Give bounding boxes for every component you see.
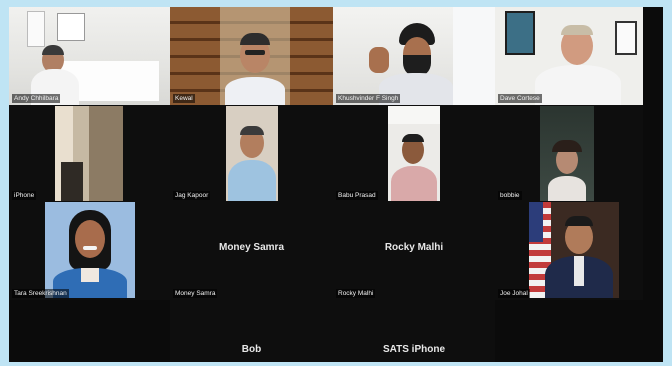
video-feed	[495, 7, 643, 105]
video-feed	[55, 106, 123, 201]
participant-name: Jag Kapoor	[173, 191, 211, 200]
participant-center-name: Rocky Malhi	[384, 242, 444, 253]
participant-name: Khushvinder F Singh	[336, 94, 401, 103]
participant-name: Tara Sreekrishnan	[12, 289, 69, 298]
participant-name: Babu Prasad	[336, 191, 378, 200]
video-call-gallery: Andy Chhilbara Kewal Khushvinder F Singh	[9, 7, 663, 362]
participant-name: bobbie	[498, 191, 522, 200]
video-tile-jag[interactable]: Jag Kapoor	[170, 105, 333, 202]
video-feed	[9, 7, 170, 105]
video-feed	[540, 106, 594, 201]
video-tile-babu[interactable]: Babu Prasad	[333, 105, 495, 202]
video-feed	[333, 7, 495, 105]
video-tile-bob[interactable]: Bob	[170, 300, 333, 362]
participant-center-name: SATS iPhone	[382, 344, 446, 355]
video-tile-andy[interactable]: Andy Chhilbara	[9, 7, 170, 105]
participant-name: Andy Chhilbara	[12, 94, 61, 103]
video-tile-joe[interactable]: Joe Johal	[495, 202, 643, 300]
video-feed	[226, 106, 278, 201]
video-feed	[45, 202, 135, 298]
participant-name: Rocky Malhi	[336, 289, 376, 298]
participant-name: Dave Cortese	[498, 94, 542, 103]
video-feed	[388, 106, 440, 201]
participant-name: Joe Johal	[498, 289, 530, 298]
video-tile-dave[interactable]: Dave Cortese	[495, 7, 643, 105]
participant-center-name: Bob	[241, 344, 262, 355]
participant-name: Money Samra	[173, 289, 218, 298]
video-tile-rocky-malhi[interactable]: Rocky Malhi Rocky Malhi	[333, 202, 495, 300]
video-tile-money-samra[interactable]: Money Samra Money Samra	[170, 202, 333, 300]
video-tile-iphone[interactable]: iPhone	[9, 105, 170, 202]
video-feed	[170, 7, 333, 105]
video-tile-kewal[interactable]: Kewal	[170, 7, 333, 105]
participant-name: iPhone	[12, 191, 37, 200]
video-tile-bobbie[interactable]: bobbie	[495, 105, 643, 202]
video-feed	[529, 202, 619, 298]
participant-name: Kewal	[173, 94, 195, 103]
video-tile-tara[interactable]: Tara Sreekrishnan	[9, 202, 170, 300]
video-tile-sats-iphone[interactable]: SATS iPhone	[333, 300, 495, 362]
video-tile-khushvinder[interactable]: Khushvinder F Singh	[333, 7, 495, 105]
participant-center-name: Money Samra	[218, 242, 285, 253]
